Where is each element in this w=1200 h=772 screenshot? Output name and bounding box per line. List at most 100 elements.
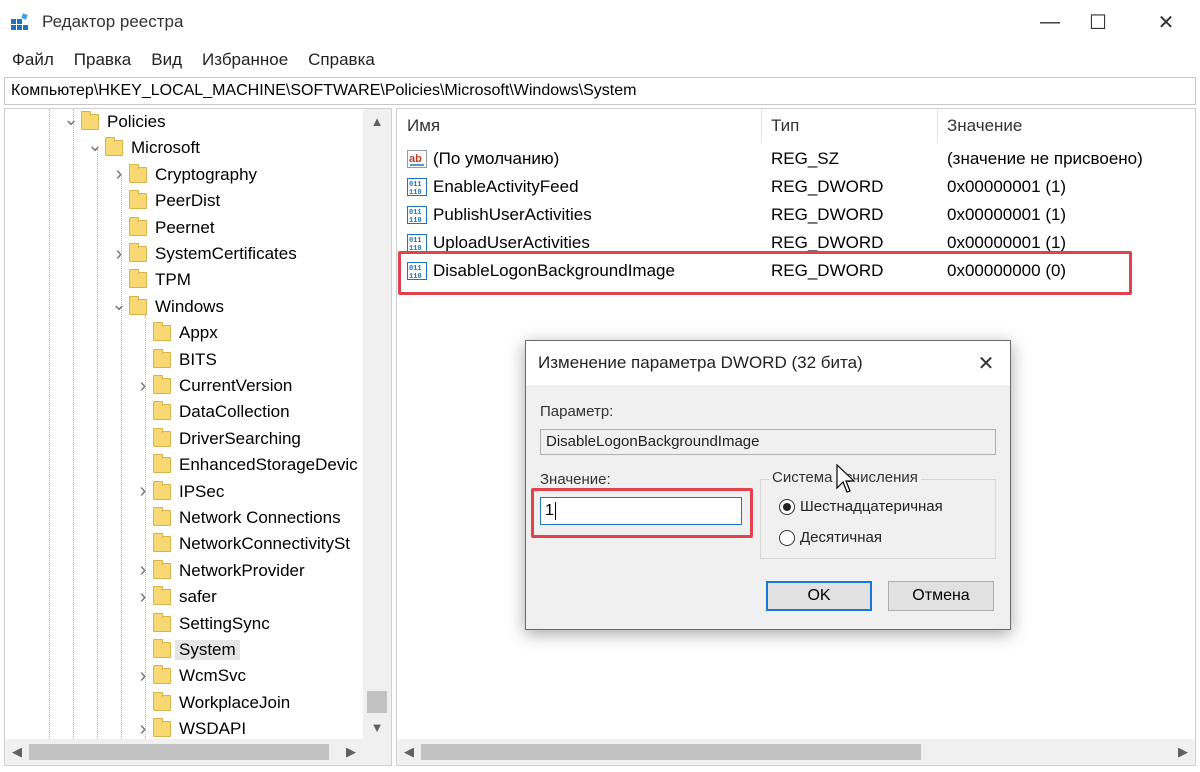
tree-item[interactable]: Peernet bbox=[109, 215, 215, 241]
folder-icon bbox=[81, 111, 99, 130]
menu-file[interactable]: Файл bbox=[12, 50, 54, 70]
folder-icon bbox=[129, 190, 147, 210]
chevron-right-icon[interactable]: › bbox=[133, 663, 153, 689]
radio-decimal[interactable]: Десятичная bbox=[779, 529, 882, 546]
dword-value-icon: 011110 bbox=[407, 234, 427, 252]
column-header-name[interactable]: Имя bbox=[397, 109, 761, 143]
folder-icon bbox=[153, 639, 171, 658]
tree-horizontal-scrollbar[interactable]: ◀ ▶ bbox=[5, 739, 391, 765]
tree-item[interactable]: EnhancedStorageDevic bbox=[133, 452, 358, 478]
radio-unchecked-icon[interactable] bbox=[779, 529, 795, 546]
folder-icon bbox=[129, 163, 147, 183]
scrollbar-thumb[interactable] bbox=[421, 744, 921, 760]
tree-item-label: TPM bbox=[155, 270, 191, 290]
radio-checked-icon[interactable] bbox=[779, 498, 795, 515]
dialog-close-button[interactable]: ✕ bbox=[970, 347, 1002, 379]
tree-item[interactable]: Appx bbox=[133, 320, 218, 346]
scroll-right-icon[interactable]: ▶ bbox=[339, 739, 363, 765]
tree-item-label: Policies bbox=[107, 112, 166, 131]
tree-item[interactable]: › Cryptography bbox=[109, 162, 257, 188]
tree-item-label: Cryptography bbox=[155, 164, 258, 184]
scrollbar-thumb[interactable] bbox=[367, 691, 387, 713]
edit-dword-dialog: Изменение параметра DWORD (32 бита) ✕ Па… bbox=[525, 340, 1011, 630]
chevron-down-icon[interactable]: ⌄ bbox=[85, 135, 105, 161]
tree-item[interactable]: ⌄ Microsoft bbox=[85, 135, 200, 161]
maximize-button[interactable]: ☐ bbox=[1068, 0, 1128, 44]
dialog-title-bar: Изменение параметра DWORD (32 бита) ✕ bbox=[526, 341, 1010, 385]
tree-item[interactable]: DataCollection bbox=[133, 399, 290, 425]
radio-hexadecimal[interactable]: Шестнадцатеричная bbox=[779, 498, 943, 515]
tree-vertical-scrollbar[interactable]: ▲ ▼ bbox=[363, 109, 391, 739]
tree-item[interactable]: TPM bbox=[109, 267, 191, 293]
tree-item[interactable]: › WcmSvc bbox=[133, 663, 246, 689]
key-tree-pane[interactable]: ⌄ Policies ⌄ Microsoft › Cryptography PeerDist… bbox=[4, 108, 392, 766]
tree-item[interactable]: › SystemCertificates bbox=[109, 241, 297, 267]
tree-item[interactable]: System bbox=[133, 637, 240, 663]
tree-item[interactable]: WorkplaceJoin bbox=[133, 690, 290, 716]
tree-item[interactable]: PeerDist bbox=[109, 188, 220, 214]
chevron-right-icon[interactable]: › bbox=[133, 479, 153, 505]
tree-item[interactable]: SettingSync bbox=[133, 611, 270, 637]
address-bar[interactable]: Компьютер\HKEY_LOCAL_MACHINE\SOFTWARE\Po… bbox=[4, 77, 1196, 105]
tree-item[interactable]: ⌄ Windows bbox=[109, 294, 224, 320]
scroll-left-icon[interactable]: ◀ bbox=[397, 739, 421, 765]
mouse-cursor-icon bbox=[836, 464, 856, 493]
menu-help[interactable]: Справка bbox=[308, 50, 375, 70]
scroll-right-icon[interactable]: ▶ bbox=[1171, 739, 1195, 765]
value-value-cell: (значение не присвоено) bbox=[947, 149, 1143, 168]
chevron-right-icon[interactable]: › bbox=[109, 241, 129, 267]
tree-item-label: Peernet bbox=[155, 217, 215, 237]
menu-favorites[interactable]: Избранное bbox=[202, 50, 288, 70]
tree-guide-line bbox=[97, 149, 98, 739]
tree-item[interactable]: Network Connections bbox=[133, 505, 341, 531]
tree-item[interactable]: BITS bbox=[133, 347, 217, 373]
column-header-type[interactable]: Тип bbox=[761, 109, 937, 143]
tree-item-label: SystemCertificates bbox=[155, 244, 297, 263]
value-row[interactable]: 011 110 PublishUserActivities REG_DWORD 0x00… bbox=[397, 201, 1195, 229]
close-button[interactable]: ✕ bbox=[1136, 0, 1196, 44]
folder-icon bbox=[153, 559, 171, 579]
tree-item[interactable]: › NetworkProvider bbox=[133, 558, 305, 584]
chevron-right-icon[interactable]: › bbox=[109, 162, 129, 188]
tree-item[interactable]: › safer bbox=[133, 584, 217, 610]
value-name-cell: (По умолчанию) bbox=[433, 149, 560, 168]
tree-item[interactable]: DriverSearching bbox=[133, 426, 301, 452]
scrollbar-thumb[interactable] bbox=[29, 744, 329, 760]
highlight-box bbox=[531, 488, 753, 538]
tree-item-label: DataCollection bbox=[179, 402, 290, 422]
tree-item[interactable]: ⌄ Policies bbox=[61, 109, 166, 135]
scroll-up-icon[interactable]: ▲ bbox=[363, 109, 391, 133]
folder-icon bbox=[153, 718, 171, 738]
values-horizontal-scrollbar[interactable]: ◀ ▶ bbox=[397, 739, 1195, 765]
value-row[interactable]: 011 110 EnableActivityFeed REG_DWORD 0x00000… bbox=[397, 173, 1195, 201]
chevron-right-icon[interactable]: › bbox=[133, 373, 153, 399]
scroll-down-icon[interactable]: ▼ bbox=[363, 715, 391, 739]
value-type-cell: REG_DWORD bbox=[771, 177, 884, 196]
cancel-button[interactable]: Отмена bbox=[888, 581, 994, 611]
menu-view[interactable]: Вид bbox=[151, 50, 182, 70]
title-bar: Редактор реестра — ☐ ✕ bbox=[0, 0, 1200, 44]
dialog-title: Изменение параметра DWORD (32 бита) bbox=[538, 353, 863, 372]
chevron-down-icon[interactable]: ⌄ bbox=[61, 109, 81, 135]
svg-text:110: 110 bbox=[409, 189, 422, 196]
folder-icon bbox=[153, 533, 171, 553]
menu-edit[interactable]: Правка bbox=[74, 50, 131, 70]
chevron-right-icon[interactable]: › bbox=[133, 558, 153, 584]
scroll-left-icon[interactable]: ◀ bbox=[5, 739, 29, 765]
chevron-down-icon[interactable]: ⌄ bbox=[109, 294, 129, 320]
tree-item-label: DriverSearching bbox=[179, 428, 301, 448]
value-row[interactable]: ab (По умолчанию) REG_SZ (значение не присв… bbox=[397, 145, 1195, 173]
tree-item[interactable]: › CurrentVersion bbox=[133, 373, 293, 399]
tree-item-label: NetworkConnectivitySt bbox=[179, 534, 351, 554]
chevron-right-icon[interactable]: › bbox=[133, 584, 153, 610]
tree-item[interactable]: NetworkConnectivitySt bbox=[133, 531, 350, 557]
column-header-value[interactable]: Значение bbox=[937, 109, 1195, 143]
ok-button[interactable]: OK bbox=[766, 581, 872, 611]
tree-item[interactable]: › IPSec bbox=[133, 479, 225, 505]
parameter-label: Параметр: bbox=[540, 403, 614, 420]
